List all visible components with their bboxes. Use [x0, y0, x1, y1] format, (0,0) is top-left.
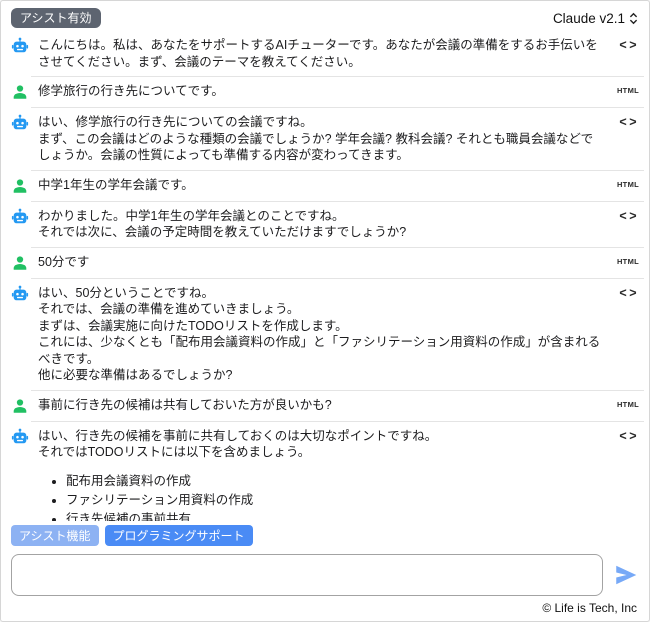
person-icon — [11, 83, 29, 101]
todo-item: 配布用会議資料の作成 — [66, 473, 602, 490]
todo-item: 行き先候補の事前共有 — [66, 511, 602, 522]
todo-item: ファシリテーション用資料の作成 — [66, 492, 602, 509]
robot-icon — [11, 285, 29, 303]
message-input[interactable] — [11, 554, 603, 596]
model-selector-label: Claude v2.1 — [553, 11, 625, 26]
message-paragraph: 事前に行き先の候補は共有しておいた方が良いかも? — [38, 397, 600, 414]
chat-list: こんにちは。私は、あなたをサポートするAIチューターです。あなたが会議の準備をす… — [1, 31, 649, 521]
unfold-more-icon — [628, 12, 639, 25]
message-paragraph: 中学1年生の学年会議です。 — [38, 177, 600, 194]
footer: © Life is Tech, Inc — [1, 597, 649, 621]
message-row-ai: はい、50分ということですね。それでは、会議の準備を進めていきましょう。まずは、… — [1, 279, 649, 390]
message-row-ai: わかりました。中学1年生の学年会議とのことですね。それでは次に、会議の予定時間を… — [1, 202, 649, 247]
chat-app: アシスト有効 Claude v2.1 こんにちは。私は、あなたをサポートするAI… — [0, 0, 650, 622]
message-row-user: 50分です HTML — [1, 248, 649, 278]
code-view-button[interactable]: <> — [619, 429, 639, 443]
assist-feature-badge[interactable]: アシスト機能 — [11, 525, 99, 546]
code-view-button[interactable]: <> — [619, 115, 639, 129]
message-row-ai: はい、修学旅行の行き先についての会議ですね。まず、この会議はどのような種類の会議… — [1, 108, 649, 170]
message-row-ai: こんにちは。私は、あなたをサポートするAIチューターです。あなたが会議の準備をす… — [1, 31, 649, 76]
header: アシスト有効 Claude v2.1 — [1, 1, 649, 31]
message-row-ai: はい、行き先の候補を事前に共有しておくのは大切なポイントですね。それではTODO… — [1, 422, 649, 522]
message-text: わかりました。中学1年生の学年会議とのことですね。それでは次に、会議の予定時間を… — [38, 208, 602, 241]
person-icon — [11, 397, 29, 415]
message-paragraph: 50分です — [38, 254, 600, 271]
programming-support-badge[interactable]: プログラミングサポート — [105, 525, 253, 546]
html-view-button[interactable]: HTML — [617, 180, 639, 189]
copyright-text: © Life is Tech, Inc — [542, 601, 637, 615]
robot-icon — [11, 114, 29, 132]
html-view-button[interactable]: HTML — [617, 400, 639, 409]
message-paragraph: はい、修学旅行の行き先についての会議ですね。まず、この会議はどのような種類の会議… — [38, 114, 602, 164]
message-text: はい、50分ということですね。それでは、会議の準備を進めていきましょう。まずは、… — [38, 285, 602, 384]
composer — [1, 553, 649, 597]
html-view-button[interactable]: HTML — [617, 86, 639, 95]
code-view-button[interactable]: <> — [619, 209, 639, 223]
html-view-button[interactable]: HTML — [617, 257, 639, 266]
robot-icon — [11, 208, 29, 226]
message-text: 50分です — [38, 254, 600, 271]
message-text: 修学旅行の行き先についてです。 — [38, 83, 600, 100]
assist-status-badge[interactable]: アシスト有効 — [11, 8, 101, 28]
message-text: 中学1年生の学年会議です。 — [38, 177, 600, 194]
model-selector[interactable]: Claude v2.1 — [553, 11, 639, 26]
message-paragraph: こんにちは。私は、あなたをサポートするAIチューターです。あなたが会議の準備をす… — [38, 37, 602, 70]
message-row-user: 事前に行き先の候補は共有しておいた方が良いかも? HTML — [1, 391, 649, 421]
message-text: 事前に行き先の候補は共有しておいた方が良いかも? — [38, 397, 600, 414]
message-text: こんにちは。私は、あなたをサポートするAIチューターです。あなたが会議の準備をす… — [38, 37, 602, 70]
message-row-user: 修学旅行の行き先についてです。 HTML — [1, 77, 649, 107]
robot-icon — [11, 37, 29, 55]
message-text: はい、行き先の候補を事前に共有しておくのは大切なポイントですね。それではTODO… — [38, 428, 602, 522]
message-text: はい、修学旅行の行き先についての会議ですね。まず、この会議はどのような種類の会議… — [38, 114, 602, 164]
message-paragraph: 修学旅行の行き先についてです。 — [38, 83, 600, 100]
person-icon — [11, 177, 29, 195]
message-paragraph: わかりました。中学1年生の学年会議とのことですね。それでは次に、会議の予定時間を… — [38, 208, 602, 241]
message-paragraph: はい、50分ということですね。それでは、会議の準備を進めていきましょう。まずは、… — [38, 285, 602, 384]
code-view-button[interactable]: <> — [619, 38, 639, 52]
message-paragraph: はい、行き先の候補を事前に共有しておくのは大切なポイントですね。それではTODO… — [38, 428, 602, 461]
send-button[interactable] — [609, 560, 643, 590]
message-row-user: 中学1年生の学年会議です。 HTML — [1, 171, 649, 201]
robot-icon — [11, 428, 29, 446]
todo-list: 配布用会議資料の作成ファシリテーション用資料の作成行き先候補の事前共有 — [38, 473, 602, 522]
person-icon — [11, 254, 29, 272]
code-view-button[interactable]: <> — [619, 286, 639, 300]
send-icon — [613, 576, 639, 591]
feature-badges-row: アシスト機能 プログラミングサポート — [1, 521, 649, 553]
